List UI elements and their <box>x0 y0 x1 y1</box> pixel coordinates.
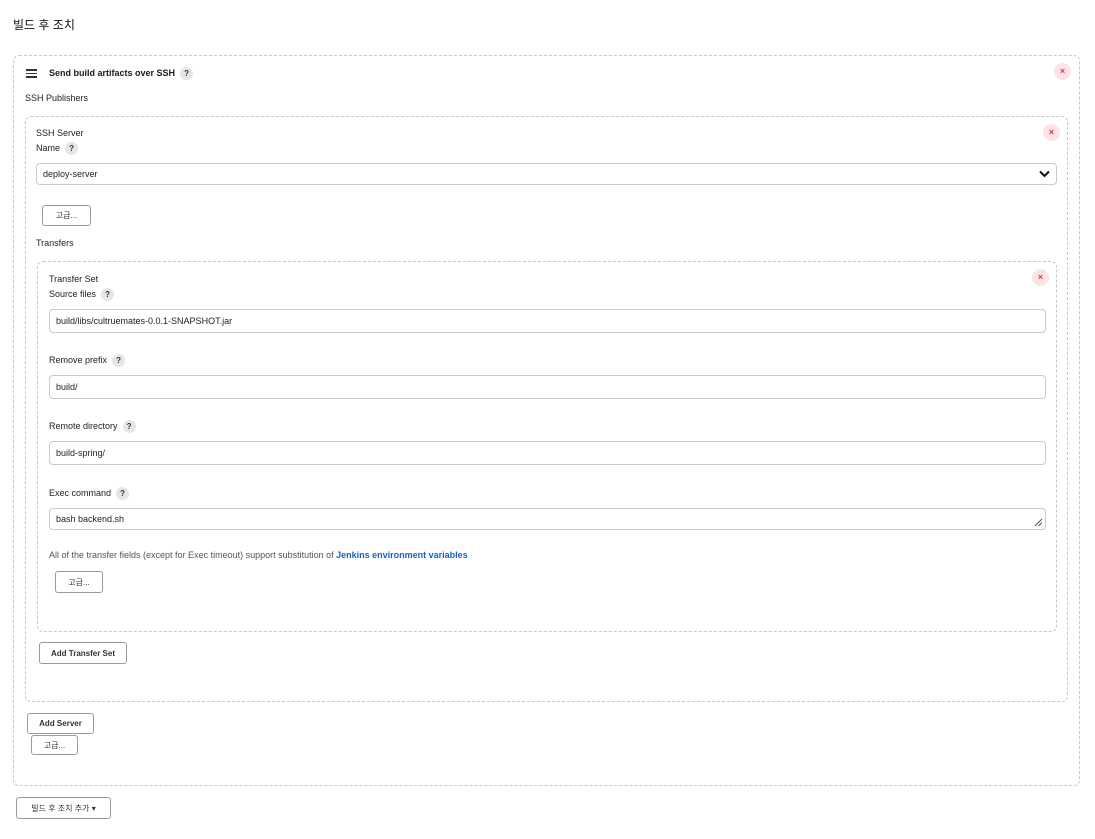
add-post-build-action-button[interactable]: 빌드 후 조치 추가 ▾ <box>16 797 111 819</box>
close-icon[interactable]: × <box>1054 63 1071 80</box>
help-icon[interactable]: ? <box>101 288 115 301</box>
help-icon[interactable]: ? <box>65 142 79 155</box>
ssh-server-box: SSH Server Name? × deploy-server 고급... T… <box>25 116 1068 702</box>
jenkins-env-vars-link[interactable]: Jenkins environment variables <box>336 550 468 560</box>
publisher-advanced-button[interactable]: 고급... <box>31 735 78 755</box>
transfer-set-header: Transfer Set <box>49 274 99 284</box>
add-transfer-set-button[interactable]: Add Transfer Set <box>39 642 127 664</box>
exec-command-label: Exec command? <box>49 487 130 500</box>
exec-command-value: bash backend.sh <box>56 514 125 524</box>
drag-handle-icon[interactable] <box>26 69 37 80</box>
server-name-value: deploy-server <box>43 169 98 179</box>
substitution-note: All of the transfer fields (except for E… <box>49 550 468 560</box>
resize-grip-icon[interactable] <box>1034 518 1043 527</box>
section-title: Send build artifacts over SSH? <box>49 67 194 80</box>
server-name-label: Name? <box>36 142 79 155</box>
help-icon[interactable]: ? <box>112 354 126 367</box>
chevron-down-icon <box>1039 170 1050 178</box>
remote-directory-label: Remote directory? <box>49 420 136 433</box>
add-server-button[interactable]: Add Server <box>27 713 94 734</box>
source-files-label: Source files? <box>49 288 115 301</box>
help-icon[interactable]: ? <box>116 487 130 500</box>
server-advanced-button[interactable]: 고급... <box>42 205 91 226</box>
transfer-set-box: Transfer Set × Source files? build/libs/… <box>37 261 1057 632</box>
close-icon[interactable]: × <box>1032 269 1049 286</box>
ssh-publishers-label: SSH Publishers <box>25 93 89 103</box>
help-icon[interactable]: ? <box>180 67 194 80</box>
source-files-input[interactable]: build/libs/cultruemates-0.0.1-SNAPSHOT.j… <box>49 309 1046 333</box>
close-icon[interactable]: × <box>1043 124 1060 141</box>
transfers-label: Transfers <box>36 238 74 248</box>
page-title: 빌드 후 조치 <box>13 18 75 32</box>
ssh-server-header: SSH Server <box>36 128 84 138</box>
remove-prefix-input[interactable]: build/ <box>49 375 1046 399</box>
remote-directory-input[interactable]: build-spring/ <box>49 441 1046 465</box>
transfer-advanced-button[interactable]: 고급... <box>55 571 103 593</box>
remove-prefix-label: Remove prefix? <box>49 354 126 367</box>
ssh-publisher-section: Send build artifacts over SSH? × SSH Pub… <box>13 55 1080 786</box>
server-name-select[interactable]: deploy-server <box>36 163 1057 185</box>
help-icon[interactable]: ? <box>122 420 136 433</box>
exec-command-textarea[interactable]: bash backend.sh <box>49 508 1046 530</box>
